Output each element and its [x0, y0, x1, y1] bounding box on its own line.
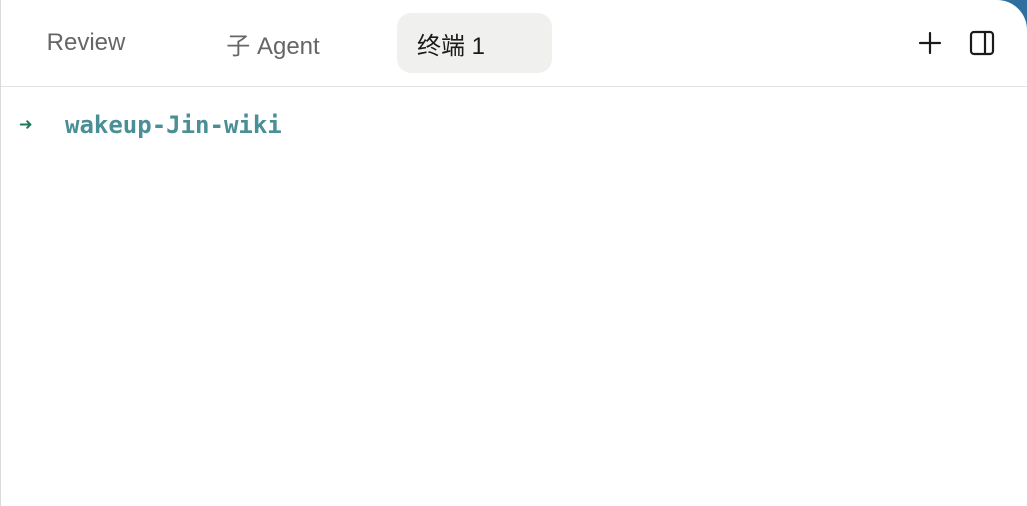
current-directory: wakeup-Jin-wiki: [65, 111, 282, 139]
tab-sub-agent[interactable]: 子 Agent: [206, 13, 340, 73]
tab-terminal-1-label: 终端 1: [417, 32, 486, 60]
tab-review[interactable]: Review: [27, 13, 145, 73]
terminal-window: Review 子 Agent 终端 1 ➜ wakeup-Jin-wiki: [0, 0, 1027, 506]
tab-review-label: Review: [46, 29, 126, 56]
terminal-output[interactable]: ➜ wakeup-Jin-wiki: [1, 88, 1027, 506]
plus-icon: [918, 31, 942, 55]
toggle-panel-button[interactable]: [965, 26, 999, 60]
prompt-line: ➜ wakeup-Jin-wiki: [19, 110, 282, 140]
tab-bar: Review 子 Agent 终端 1: [1, 0, 1027, 87]
add-tab-button[interactable]: [913, 26, 947, 60]
split-panel-icon: [969, 30, 995, 56]
tab-terminal-1[interactable]: 终端 1: [397, 13, 552, 73]
prompt-arrow-icon: ➜: [19, 112, 33, 138]
tab-sub-agent-label: 子 Agent: [226, 32, 320, 60]
